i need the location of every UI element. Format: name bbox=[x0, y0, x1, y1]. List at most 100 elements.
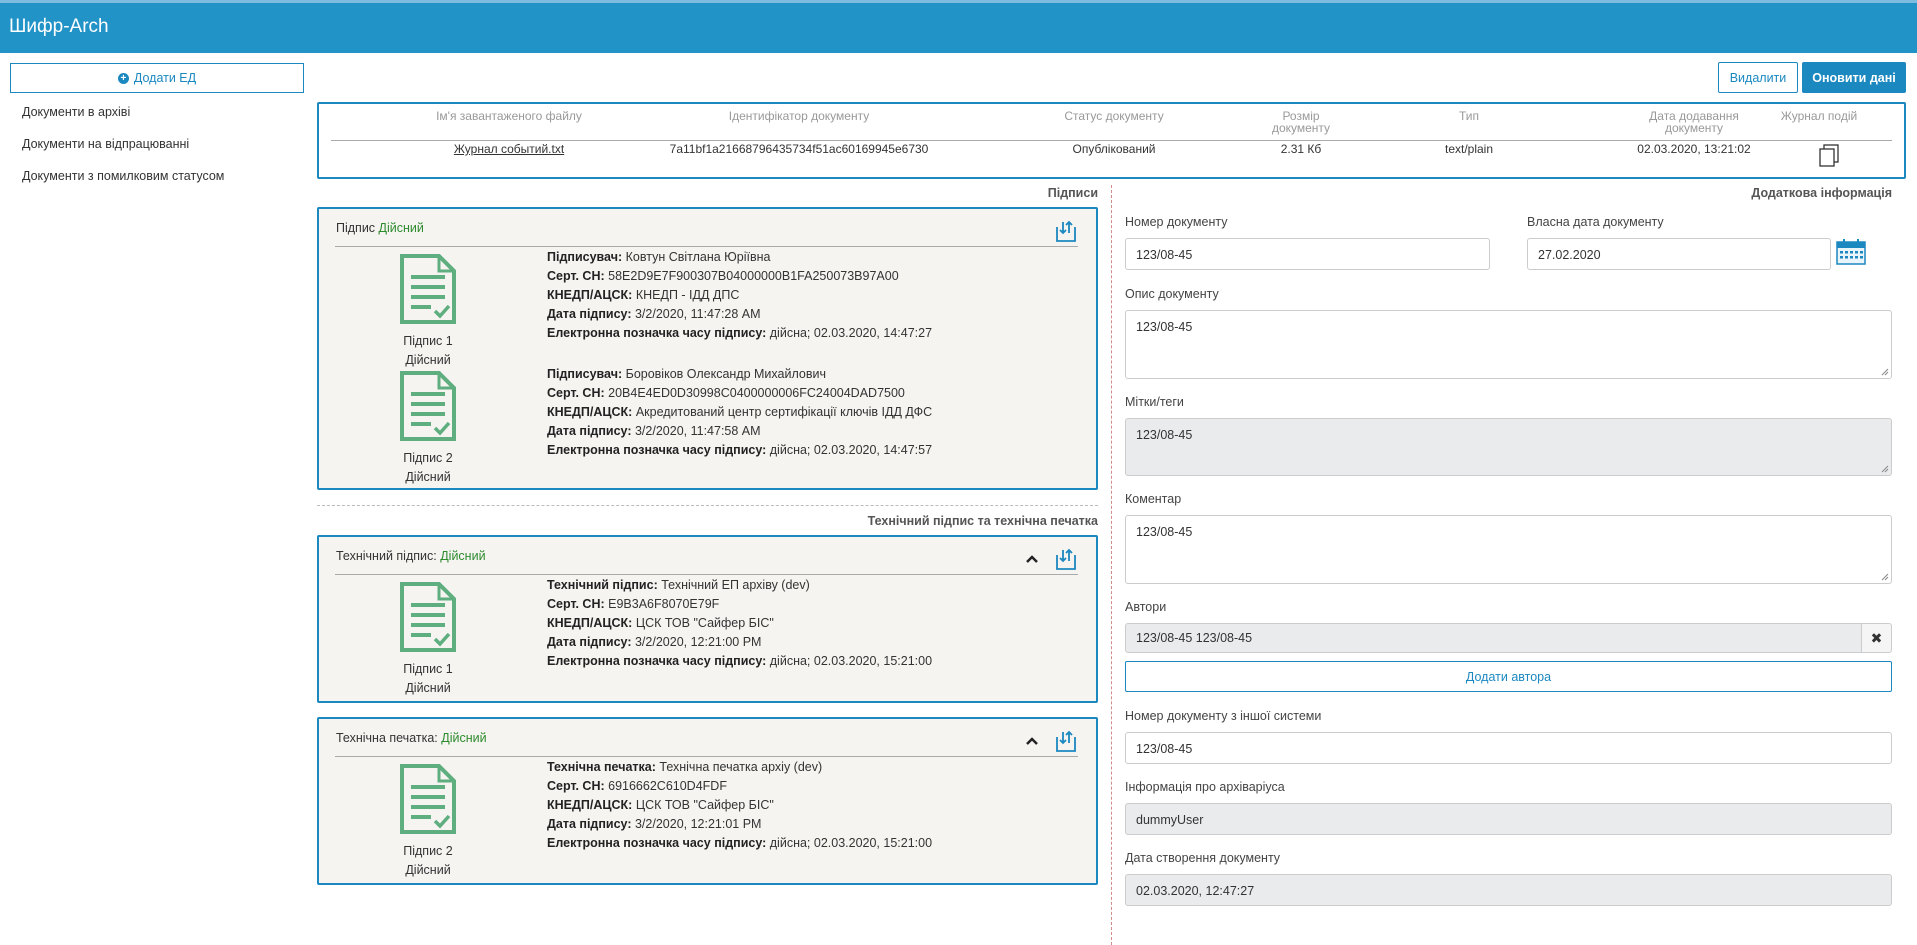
ca-label: КНЕДП/АЦСК: bbox=[547, 616, 633, 630]
authors-label: Автори bbox=[1125, 600, 1167, 614]
timestamp-label: Електронна позначка часу підпису: bbox=[547, 443, 767, 457]
tags-textarea[interactable]: 123/08-45 bbox=[1125, 418, 1892, 476]
archivist-input[interactable]: dummyUser bbox=[1125, 803, 1892, 835]
column-header-doc-id: Ідентифікатор документу bbox=[728, 109, 870, 123]
column-header-size: Розмір документу bbox=[1271, 109, 1331, 135]
doc-number-label: Номер документу bbox=[1125, 215, 1228, 229]
comment-label: Коментар bbox=[1125, 492, 1182, 506]
download-icon[interactable] bbox=[1055, 219, 1077, 243]
created-date-label: Дата створення документу bbox=[1125, 851, 1281, 865]
resize-handle-icon[interactable] bbox=[1881, 465, 1889, 473]
signer-label: Підписувач: bbox=[547, 367, 623, 381]
additional-info-heading: Додаткова інформація bbox=[1751, 186, 1892, 200]
doc-id-cell: 7a11bf1a2166879643573​4f51ac60169945e673… bbox=[669, 142, 929, 156]
panel-divider bbox=[335, 246, 1078, 247]
panel-title: Технічна печатка: Дійсний bbox=[336, 731, 487, 745]
external-number-input[interactable]: 123/08-45 bbox=[1125, 732, 1892, 764]
event-log-icon[interactable] bbox=[1818, 144, 1840, 168]
tags-label: Мітки/теги bbox=[1125, 395, 1184, 409]
calendar-icon[interactable] bbox=[1835, 238, 1867, 266]
app-header: Шифр-Arch bbox=[0, 3, 1917, 53]
signature-item: Підпис 1 Дійсний Підписувач: Ковтун Світ… bbox=[319, 249, 1096, 369]
signature-details: Підписувач: Ковтун Світлана Юріївна Серт… bbox=[547, 248, 932, 343]
cert-label: Серт. СН: bbox=[547, 386, 605, 400]
own-date-input[interactable]: 27.02.2020 bbox=[1527, 238, 1831, 270]
timestamp-value: дійсна; 02.03.2020, 14:47:27 bbox=[769, 326, 933, 340]
app-title[interactable]: Шифр-Arch bbox=[9, 16, 109, 38]
plus-circle-icon: + bbox=[117, 72, 129, 84]
resize-handle-icon[interactable] bbox=[1881, 368, 1889, 376]
table-divider bbox=[331, 140, 1892, 141]
download-icon[interactable] bbox=[1055, 729, 1077, 753]
refresh-data-button[interactable]: Оновити дані bbox=[1802, 62, 1906, 93]
signature-caption: Підпис 2 Дійсний bbox=[379, 842, 477, 880]
status-cell: Опублікований bbox=[1072, 142, 1156, 156]
timestamp-value: дійсна; 02.03.2020, 15:21:00 bbox=[769, 654, 933, 668]
close-icon: ✖ bbox=[1870, 630, 1883, 646]
cert-label: Серт. СН: bbox=[547, 269, 605, 283]
ca-value: ЦСК ТОВ "Сайфер БІС" bbox=[635, 616, 774, 630]
cert-value: 20B4E4ED0D30998C0400000006FC24004DAD7500 bbox=[608, 386, 905, 400]
panel-title-label: Підпис bbox=[336, 221, 376, 235]
sign-date-value: 3/2/2020, 12:21:01 PM bbox=[634, 817, 762, 831]
panel-title-label: Технічна печатка: bbox=[336, 731, 438, 745]
authors-input[interactable]: 123/08-45 123/08-45 bbox=[1125, 623, 1862, 653]
timestamp-value: дійсна; 02.03.2020, 14:47:57 bbox=[769, 443, 933, 457]
chevron-up-icon[interactable] bbox=[1024, 551, 1040, 567]
chevron-up-icon[interactable] bbox=[1024, 733, 1040, 749]
section-divider bbox=[317, 505, 1098, 506]
sidebar-item-error-status[interactable]: Документи з помилковим статусом bbox=[22, 169, 224, 183]
technical-signature-panel: Технічний підпис: Дійсний Підпис 1 Дійсн… bbox=[317, 535, 1098, 703]
add-author-button[interactable]: Додати автора bbox=[1125, 661, 1892, 692]
signature-number: Підпис 2 bbox=[403, 451, 453, 465]
signatures-panel: Підпис Дійсний Підпис 1 Дійсний Підписув… bbox=[317, 207, 1098, 490]
created-date-input[interactable]: 02.03.2020, 12:47:27 bbox=[1125, 874, 1892, 906]
file-name-link[interactable]: Журнал событий.txt bbox=[359, 142, 659, 156]
signed-document-icon bbox=[400, 254, 456, 324]
signed-document-icon bbox=[400, 371, 456, 441]
add-ed-label: Додати ЕД bbox=[133, 71, 197, 85]
sign-date-label: Дата підпису: bbox=[547, 817, 632, 831]
sign-date-value: 3/2/2020, 12:21:00 PM bbox=[634, 635, 762, 649]
add-ed-button[interactable]: + Додати ЕД bbox=[10, 63, 304, 93]
tech-seal-value: Технічна печатка архіу (dev) bbox=[659, 760, 823, 774]
column-header-date-added: Дата додавання документу bbox=[1649, 109, 1739, 135]
resize-handle-icon[interactable] bbox=[1881, 573, 1889, 581]
column-header-file-name: Ім'я завантаженого файлу bbox=[436, 109, 582, 123]
signature-status: Дійсний bbox=[405, 863, 451, 877]
signature-caption: Підпис 2 Дійсний bbox=[379, 449, 477, 487]
sidebar-item-archive[interactable]: Документи в архіві bbox=[22, 105, 130, 119]
panel-title-label: Технічний підпис: bbox=[336, 549, 437, 563]
own-date-label: Власна дата документу bbox=[1527, 215, 1664, 229]
tags-value: 123/08-45 bbox=[1136, 428, 1193, 442]
signed-document-icon bbox=[400, 764, 456, 834]
delete-button[interactable]: Видалити bbox=[1718, 62, 1798, 93]
doc-number-input[interactable]: 123/08-45 bbox=[1125, 238, 1490, 270]
tech-signature-label: Технічний підпис: bbox=[547, 578, 658, 592]
column-header-event-log: Журнал подій bbox=[1780, 109, 1858, 123]
sign-date-label: Дата підпису: bbox=[547, 424, 632, 438]
external-number-label: Номер документу з іншої системи bbox=[1125, 709, 1322, 723]
ca-label: КНЕДП/АЦСК: bbox=[547, 405, 633, 419]
signature-item: Підпис 1 Дійсний Технічний підпис: Техні… bbox=[319, 577, 1096, 697]
description-textarea[interactable]: 123/08-45 bbox=[1125, 310, 1892, 379]
signature-item: Підпис 2 Дійсний Підписувач: Боровіков О… bbox=[319, 366, 1096, 486]
ca-value: КНЕДП - ІДД ДПС bbox=[635, 288, 740, 302]
technical-heading: Технічний підпис та технічна печатка bbox=[867, 514, 1098, 528]
file-info-table: Ім'я завантаженого файлу Ідентифікатор д… bbox=[317, 102, 1906, 179]
signature-number: Підпис 1 bbox=[403, 334, 453, 348]
comment-textarea[interactable]: 123/08-45 bbox=[1125, 515, 1892, 584]
sign-date-label: Дата підпису: bbox=[547, 635, 632, 649]
signature-number: Підпис 1 bbox=[403, 662, 453, 676]
tech-seal-label: Технічна печатка: bbox=[547, 760, 656, 774]
technical-seal-panel: Технічна печатка: Дійсний Підпис 2 Дійсн… bbox=[317, 717, 1098, 885]
signed-document-icon bbox=[400, 582, 456, 652]
ca-label: КНЕДП/АЦСК: bbox=[547, 798, 633, 812]
signature-details: Підписувач: Боровіков Олександр Михайлов… bbox=[547, 365, 932, 460]
clear-authors-button[interactable]: ✖ bbox=[1861, 623, 1892, 653]
column-header-type: Тип bbox=[1458, 109, 1479, 123]
sidebar-item-processing[interactable]: Документи на відпрацюванні bbox=[22, 137, 189, 151]
signer-value: Боровіков Олександр Михайлович bbox=[625, 367, 826, 381]
download-icon[interactable] bbox=[1055, 547, 1077, 571]
timestamp-label: Електронна позначка часу підпису: bbox=[547, 326, 767, 340]
